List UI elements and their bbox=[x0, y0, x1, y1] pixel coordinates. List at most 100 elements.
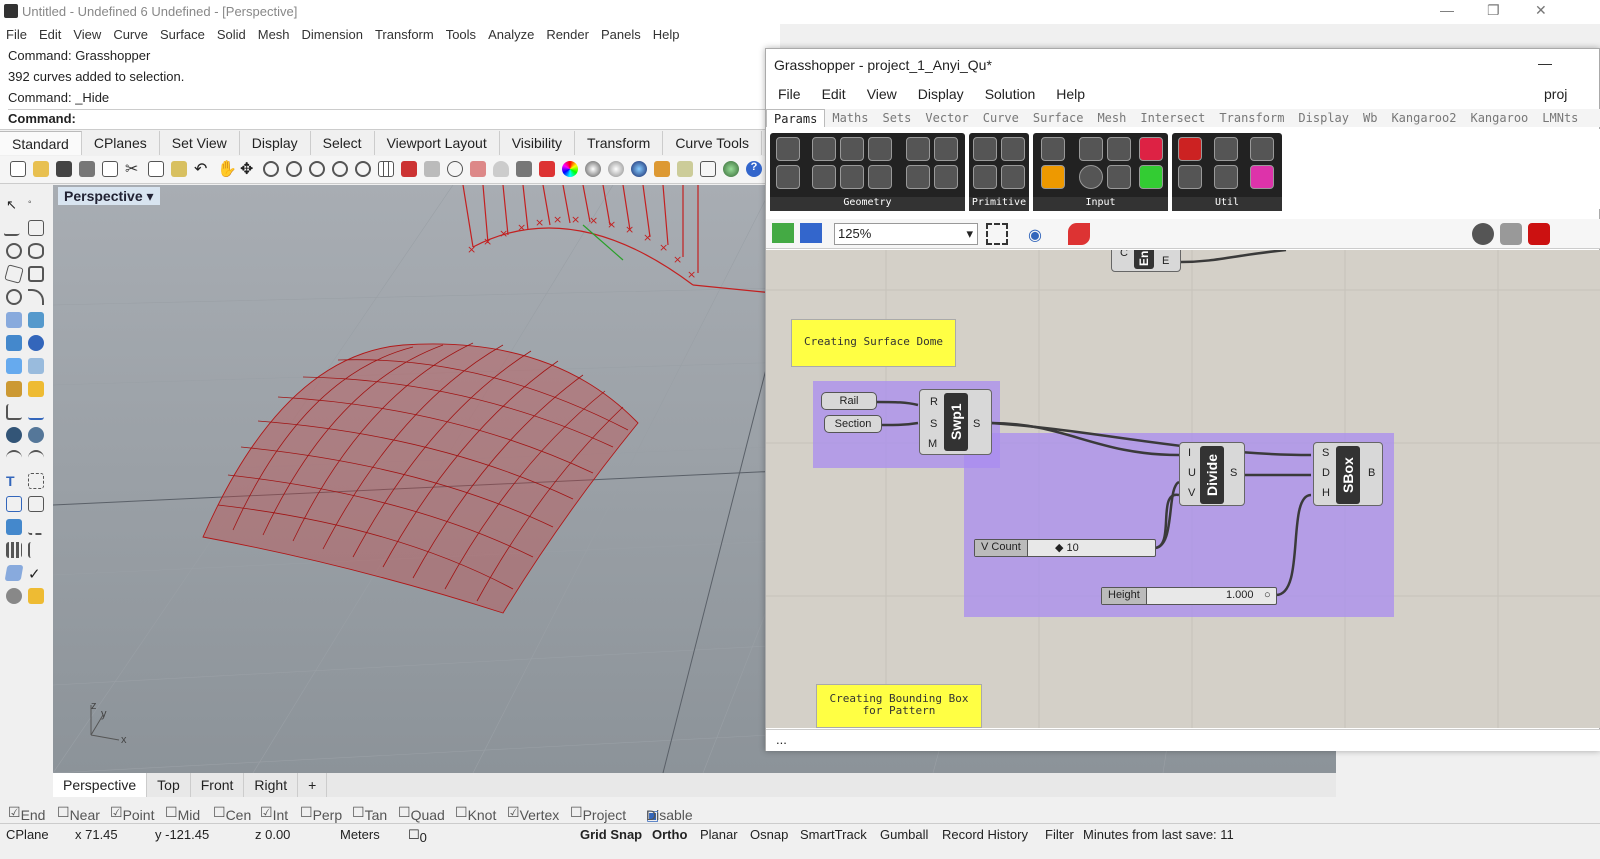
analyze-icon[interactable] bbox=[28, 519, 44, 535]
add-viewport-icon[interactable]: + bbox=[298, 773, 328, 797]
tab-display[interactable]: Display bbox=[240, 131, 311, 155]
gh-tab-vector[interactable]: Vector bbox=[918, 109, 975, 127]
gh-circle-param-icon[interactable] bbox=[812, 137, 836, 161]
render-settings-icon[interactable] bbox=[6, 588, 22, 604]
new-file-icon[interactable] bbox=[10, 161, 26, 177]
chevron-down-icon[interactable]: ▾ bbox=[966, 226, 973, 242]
menu-tools[interactable]: Tools bbox=[440, 24, 482, 46]
rectangle-icon[interactable] bbox=[28, 266, 44, 282]
gh-doc-name[interactable]: proj bbox=[1544, 86, 1567, 102]
cut-icon[interactable]: ✂ bbox=[125, 159, 141, 178]
tab-top[interactable]: Top bbox=[147, 773, 191, 797]
group-icon[interactable] bbox=[6, 496, 22, 512]
select-icon[interactable] bbox=[447, 161, 463, 177]
gh-menu-display[interactable]: Display bbox=[906, 82, 973, 106]
grasshopper-icon[interactable] bbox=[723, 161, 739, 177]
gh-canvas[interactable]: Creating Surface Dome Creating Bounding … bbox=[766, 250, 1600, 728]
osnap-cen[interactable]: ☐ Cen bbox=[213, 804, 251, 823]
cplane-icon[interactable] bbox=[401, 161, 417, 177]
gh-open-icon[interactable] bbox=[772, 223, 794, 243]
tab-standard[interactable]: Standard bbox=[0, 131, 82, 155]
light-bulb-icon[interactable] bbox=[493, 161, 509, 177]
menu-solid[interactable]: Solid bbox=[211, 24, 252, 46]
gumball-toggle[interactable]: Gumball bbox=[880, 827, 928, 842]
gh-group-param-icon[interactable] bbox=[934, 165, 958, 189]
mesh-icon[interactable] bbox=[6, 381, 22, 397]
gh-arrow-outline-icon[interactable] bbox=[1214, 165, 1238, 189]
osnap-mid[interactable]: ☐ Mid bbox=[165, 804, 200, 823]
component-sbox[interactable]: S D H SBox B bbox=[1313, 442, 1383, 506]
import-icon[interactable] bbox=[102, 161, 118, 177]
note-surface-dome[interactable]: Creating Surface Dome bbox=[791, 319, 956, 367]
sphere-icon[interactable] bbox=[28, 335, 44, 351]
fillet-icon[interactable] bbox=[28, 289, 44, 305]
split-icon[interactable] bbox=[28, 404, 44, 420]
menu-analyze[interactable]: Analyze bbox=[482, 24, 540, 46]
gh-integer-icon[interactable] bbox=[1001, 137, 1025, 161]
paste-icon[interactable] bbox=[171, 161, 187, 177]
curve-icon[interactable] bbox=[28, 220, 44, 236]
tab-viewport-layout[interactable]: Viewport Layout bbox=[375, 131, 500, 155]
offset-icon[interactable] bbox=[28, 450, 44, 466]
tab-cplanes[interactable]: CPlanes bbox=[82, 131, 160, 155]
param-section[interactable]: Section bbox=[824, 415, 882, 433]
save-icon[interactable] bbox=[56, 161, 72, 177]
tab-transform[interactable]: Transform bbox=[575, 131, 664, 155]
gh-tab-params[interactable]: Params bbox=[766, 109, 826, 127]
gh-shaded-preview-icon[interactable] bbox=[1528, 223, 1550, 245]
gh-preview-mode-icon[interactable] bbox=[1472, 223, 1494, 245]
gh-number-icon[interactable] bbox=[973, 165, 997, 189]
gh-tab-wb[interactable]: Wb bbox=[1356, 109, 1384, 127]
restore-icon[interactable]: ❐ bbox=[1487, 2, 1500, 19]
viewport-title[interactable]: Perspective ▾ bbox=[58, 187, 160, 205]
menu-mesh[interactable]: Mesh bbox=[252, 24, 296, 46]
gh-zoom-extents-icon[interactable] bbox=[986, 223, 1008, 245]
osnap-toggle[interactable]: Osnap bbox=[750, 827, 788, 842]
gh-data-input-icon[interactable] bbox=[1041, 137, 1065, 161]
gh-tab-curve[interactable]: Curve bbox=[976, 109, 1026, 127]
command-prompt[interactable]: Command: bbox=[8, 109, 768, 126]
select-arrow-icon[interactable]: ↖ bbox=[6, 197, 22, 213]
ungroup-icon[interactable] bbox=[28, 496, 44, 512]
gh-mesh-param-icon[interactable] bbox=[934, 137, 958, 161]
menu-panels[interactable]: Panels bbox=[595, 24, 647, 46]
gh-line-param-icon[interactable] bbox=[812, 165, 836, 189]
dimension-icon[interactable] bbox=[6, 404, 22, 420]
gh-value-list-icon[interactable] bbox=[1107, 165, 1131, 189]
gh-toggle-icon[interactable] bbox=[1079, 137, 1103, 161]
blend-icon[interactable] bbox=[6, 450, 22, 466]
move-icon[interactable] bbox=[6, 519, 22, 535]
component-divide[interactable]: I U V Divide S bbox=[1179, 442, 1245, 506]
tab-perspective[interactable]: Perspective bbox=[53, 773, 148, 797]
tab-front[interactable]: Front bbox=[191, 773, 245, 797]
menu-render[interactable]: Render bbox=[540, 24, 595, 46]
named-view-icon[interactable] bbox=[424, 161, 440, 177]
close-icon[interactable]: ✕ bbox=[1535, 2, 1547, 19]
gh-tab-maths[interactable]: Maths bbox=[825, 109, 875, 127]
circle-icon[interactable] bbox=[6, 243, 22, 259]
surface-icon[interactable] bbox=[6, 312, 22, 328]
render-preview-icon[interactable] bbox=[585, 161, 601, 177]
copy-icon[interactable] bbox=[148, 161, 164, 177]
slider-grip-icon[interactable]: ○ bbox=[1264, 589, 1271, 601]
render-ghosted-icon[interactable] bbox=[608, 161, 624, 177]
menu-transform[interactable]: Transform bbox=[369, 24, 440, 46]
gh-gradient-icon[interactable] bbox=[1139, 137, 1163, 161]
menu-dimension[interactable]: Dimension bbox=[296, 24, 369, 46]
snapshot-icon[interactable] bbox=[700, 161, 716, 177]
layer-icon[interactable] bbox=[539, 161, 555, 177]
gh-geometry-param-icon[interactable] bbox=[906, 165, 930, 189]
menu-surface[interactable]: Surface bbox=[154, 24, 211, 46]
osnap-near[interactable]: ☐ Near bbox=[57, 804, 100, 823]
slider-v-count[interactable]: V Count ◆ 10 bbox=[974, 539, 1156, 557]
tab-right[interactable]: Right bbox=[244, 773, 299, 797]
zoom-icon[interactable] bbox=[263, 161, 279, 177]
chevron-down-icon[interactable]: ▾ bbox=[147, 188, 154, 204]
zoom-level-dropdown[interactable]: 125% ▾ bbox=[834, 223, 978, 245]
zoom-selected-icon[interactable] bbox=[332, 161, 348, 177]
hatch-icon[interactable] bbox=[28, 473, 44, 489]
filter-button[interactable]: Filter bbox=[1045, 827, 1074, 842]
box-icon[interactable] bbox=[6, 335, 22, 351]
osnap-tan[interactable]: ☐ Tan bbox=[352, 804, 387, 823]
sweep-icon[interactable] bbox=[28, 358, 44, 374]
